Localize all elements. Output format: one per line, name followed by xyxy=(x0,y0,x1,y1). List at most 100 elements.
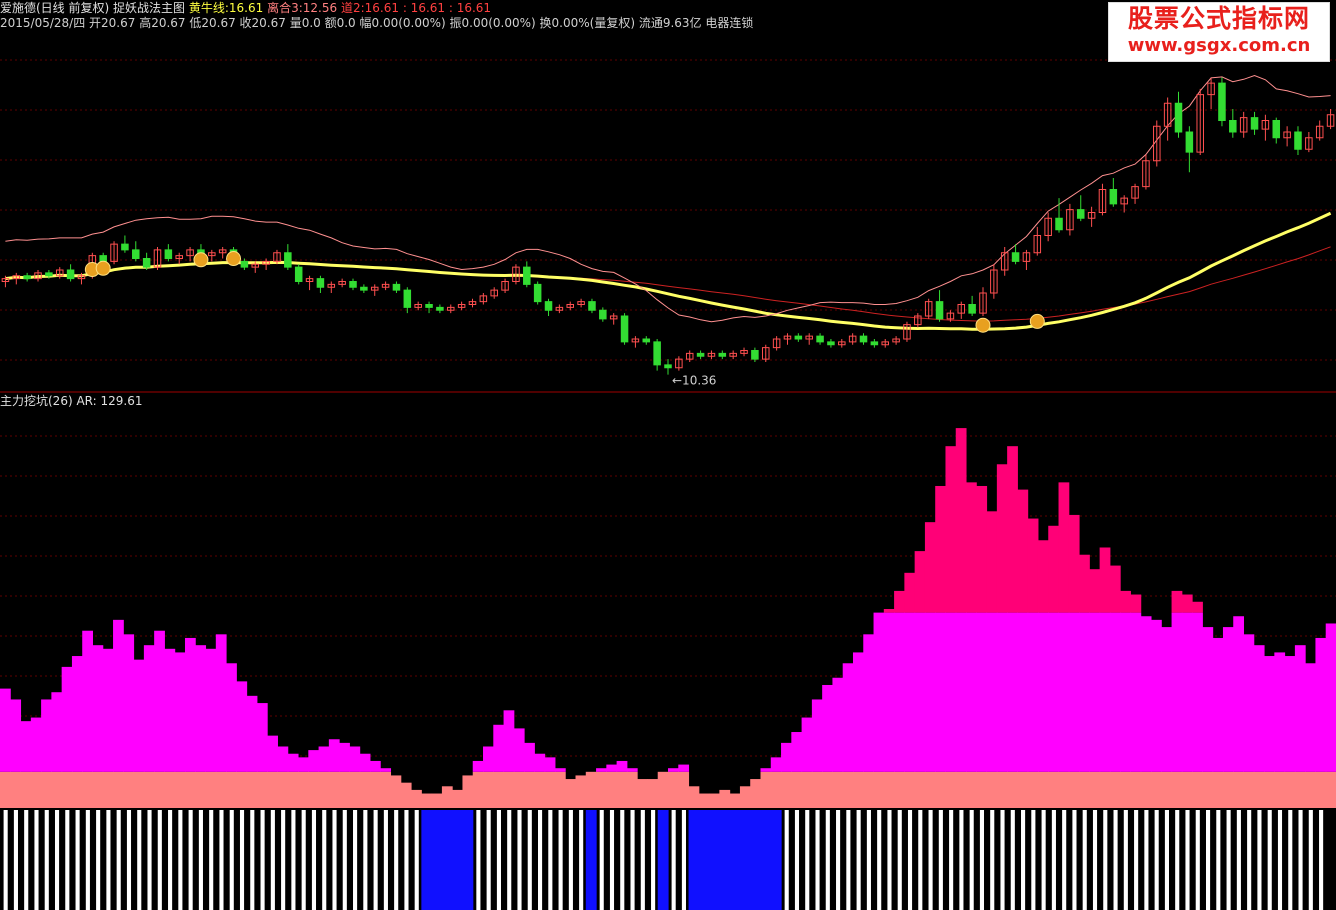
candle-body xyxy=(316,278,325,288)
candle-body xyxy=(392,283,401,291)
stripe-bar xyxy=(599,810,604,910)
ar-peak-bar xyxy=(1027,518,1039,613)
candle-body xyxy=(23,275,31,280)
ar-bar xyxy=(1253,645,1265,772)
ar-bar xyxy=(0,688,11,772)
ar-base-bar xyxy=(575,775,587,808)
ar-base-bar xyxy=(339,771,350,808)
candle-body xyxy=(653,341,661,366)
candle-body xyxy=(816,335,824,343)
ar-bar xyxy=(503,710,515,772)
indicator-name[interactable]: 捉妖战法主图 xyxy=(113,1,185,15)
ar-bar xyxy=(1212,637,1224,772)
ar-peak-bar xyxy=(1181,594,1193,613)
stripe-bar xyxy=(96,810,101,910)
stripe-bar xyxy=(496,810,501,910)
stripe-bar xyxy=(856,810,861,910)
ar-base-bar xyxy=(421,793,433,808)
ar-base-bar xyxy=(369,771,381,808)
ar-base-bar xyxy=(781,771,792,808)
candle-body xyxy=(1076,209,1085,219)
ar-bar xyxy=(1305,663,1316,772)
ar-base-bar xyxy=(1181,771,1193,808)
stripe-bar xyxy=(507,810,512,910)
stripe-bar xyxy=(383,810,388,910)
candle-body xyxy=(1294,131,1302,150)
stripe-bar xyxy=(137,810,142,910)
ar-bar xyxy=(267,735,278,772)
stripe-bar xyxy=(1082,810,1087,910)
ar-bar xyxy=(1068,612,1080,772)
ar-base-bar xyxy=(637,779,648,808)
ar-base-bar xyxy=(534,771,546,808)
ar-base-bar xyxy=(894,771,905,808)
stripe-bar xyxy=(918,810,923,910)
candle-body xyxy=(164,249,173,259)
candle-body xyxy=(121,243,129,251)
ar-bar xyxy=(801,717,813,772)
ar-bar xyxy=(1130,612,1142,772)
stripe-bar xyxy=(1000,810,1005,910)
ar-base-bar xyxy=(0,771,11,808)
ar-peak-bar xyxy=(996,464,1008,613)
candle-body xyxy=(425,304,433,308)
stripe-bar xyxy=(1195,810,1200,910)
ar-bar xyxy=(195,645,207,772)
ar-base-bar xyxy=(976,771,988,808)
stripe-bar xyxy=(897,810,902,910)
ar-base-bar xyxy=(503,771,515,808)
ar-base-bar xyxy=(554,771,566,808)
chart-canvas[interactable]: ←10.36 xyxy=(0,0,1336,910)
ar-bar xyxy=(904,612,916,772)
ar-bar xyxy=(524,742,535,772)
ar-peak-bar xyxy=(1171,590,1183,613)
ar-peak-bar xyxy=(1068,514,1080,613)
stripe-bar xyxy=(1154,810,1159,910)
ar-bar xyxy=(359,753,371,772)
ar-base-bar xyxy=(966,771,977,808)
ar-peak-bar xyxy=(1089,569,1101,613)
ar-bar xyxy=(1161,627,1173,772)
ar-base-bar xyxy=(113,771,124,808)
ar-bar xyxy=(544,757,556,772)
candle-body xyxy=(240,260,249,268)
ar-bar xyxy=(791,732,803,772)
ar-bar xyxy=(863,634,875,772)
stripe-bar xyxy=(1205,810,1211,910)
ar-bar xyxy=(811,699,823,772)
ar-base-bar xyxy=(256,771,268,808)
ar-base-bar xyxy=(524,771,535,808)
ar-base-bar xyxy=(1109,771,1121,808)
ar-peak-bar xyxy=(914,551,926,613)
ar-base-bar xyxy=(647,779,659,808)
ar-bar xyxy=(894,612,905,772)
candle-body xyxy=(349,281,357,288)
stripe-bar xyxy=(1010,810,1015,910)
ar-base-bar xyxy=(863,771,875,808)
ar-bar xyxy=(174,652,186,772)
pit-bar xyxy=(760,810,772,910)
ar-bar xyxy=(1120,612,1131,772)
stripe-bar xyxy=(651,810,656,910)
sub-indicator-name[interactable]: 主力挖坑(26) xyxy=(0,394,73,408)
stripe-bar xyxy=(13,810,18,910)
stripe-bar xyxy=(907,810,913,910)
ar-bar xyxy=(256,703,268,772)
stripe-bar xyxy=(537,810,543,910)
ar-base-bar xyxy=(719,789,731,808)
watermark-url: www.gsgx.com.cn xyxy=(1127,35,1311,56)
ar-bar xyxy=(976,612,988,772)
stripe-bar xyxy=(836,810,841,910)
stripe-bar xyxy=(126,810,132,910)
ar-base-bar xyxy=(1048,771,1060,808)
ar-base-bar xyxy=(585,771,597,808)
stripe-bar xyxy=(486,810,491,910)
ar-bar xyxy=(914,612,926,772)
ar-peak-bar xyxy=(894,590,905,613)
ar-base-bar xyxy=(380,771,392,808)
stripe-bar xyxy=(784,810,789,910)
ar-bar xyxy=(596,768,607,772)
stripe-bar xyxy=(178,810,183,910)
ar-base-bar xyxy=(544,771,556,808)
ar-base-bar xyxy=(739,786,751,808)
